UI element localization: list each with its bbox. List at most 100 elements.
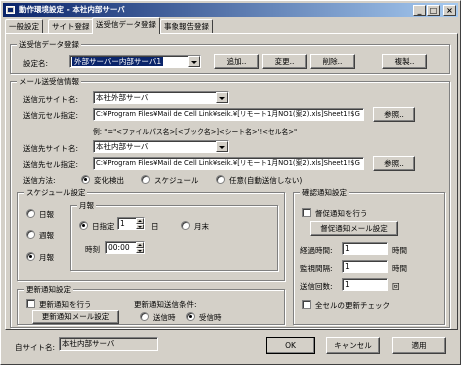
tab-site-registration[interactable]: サイト登録 — [48, 19, 94, 33]
update-notify-group: 更新通知設定 更新通知を行う 更新通知送信条件: 更新通知メール設定 送信時 受… — [17, 284, 285, 325]
method-change-detect-label: 変化検出 — [94, 176, 124, 185]
weekly-label: 週報 — [39, 231, 54, 240]
dest-cell-value: C:¥Program Files¥Mail de Cell Link¥seik.… — [96, 159, 360, 167]
update-notify-mail-button[interactable]: 更新通知メール設定 — [32, 310, 119, 324]
send-data-legend: 送受信データ登録 — [17, 39, 81, 50]
browse-source-button[interactable]: 参照.. — [373, 107, 415, 122]
source-cell-value: C:¥Program Files¥Mail de Cell Link¥seik.… — [96, 110, 360, 118]
day-specified-radio[interactable] — [79, 221, 88, 230]
browse-dest-button[interactable]: 参照.. — [373, 156, 415, 171]
chevron-down-icon[interactable] — [216, 141, 228, 152]
elapsed-value: 1 — [345, 244, 350, 253]
update-condition-label: 更新通知送信条件: — [134, 300, 197, 309]
spinner-arrows-icon[interactable] — [136, 218, 144, 229]
setting-name-select[interactable]: 外部サーバー内部サーバ1 — [69, 55, 201, 68]
tab-general[interactable]: 一般設定 — [5, 19, 43, 33]
day-unit: 日 — [151, 222, 159, 231]
schedule-group: スケジュール設定 日報 週報 月報 月報 日指定 1 日 月末 時刻 00:00 — [17, 187, 285, 281]
all-cells-check-checkbox[interactable] — [302, 300, 311, 309]
method-schedule-radio[interactable] — [141, 175, 150, 184]
send-method-label: 送信方法: — [23, 176, 56, 185]
source-site-value: 本社外部サーバ — [96, 93, 149, 102]
dest-site-label: 送信先サイト名: — [23, 144, 79, 153]
own-site-field: 本社内部サーバ — [59, 337, 158, 351]
monthly-legend: 月報 — [77, 200, 96, 211]
monthly-label: 月報 — [39, 253, 54, 262]
change-button[interactable]: 変更.. — [262, 54, 307, 69]
copy-button[interactable]: 複製.. — [382, 54, 427, 69]
maximize-button[interactable]: □ — [427, 5, 440, 16]
tab-send-receive-data[interactable]: 送受信データ登録 — [92, 17, 160, 34]
window-title: 動作環境設定 - 本社内部サーバ — [19, 5, 125, 14]
interval-input[interactable]: 1 — [342, 260, 388, 273]
daily-label: 日報 — [39, 210, 54, 219]
tab-panel: 送受信データ登録 設定名: 外部サーバー内部サーバ1 追加.. 変更.. 削除.… — [5, 33, 458, 330]
method-manual-radio[interactable] — [216, 175, 225, 184]
elapsed-label: 経過時間: — [300, 246, 333, 255]
send-count-input[interactable]: 1 — [342, 278, 388, 291]
reminder-mail-button[interactable]: 督促通知メール設定 — [310, 221, 398, 236]
month-end-label: 月末 — [194, 222, 209, 231]
chevron-down-icon[interactable] — [188, 56, 200, 67]
method-schedule-label: スケジュール — [154, 176, 199, 185]
source-site-select[interactable]: 本社外部サーバ — [93, 91, 229, 104]
send-count-label: 送信回数: — [300, 282, 333, 291]
dest-cell-label: 送信先セル指定: — [23, 160, 79, 169]
reminder-notify-checkbox[interactable] — [302, 208, 311, 217]
interval-value: 1 — [345, 262, 350, 271]
title-bar[interactable]: 動作環境設定 - 本社内部サーバ _ □ × — [3, 3, 458, 17]
apply-button[interactable]: 適用 — [392, 337, 446, 354]
method-change-detect-radio[interactable] — [81, 175, 90, 184]
time-value: 00:00 — [108, 243, 130, 252]
monthly-radio[interactable] — [26, 252, 35, 261]
update-notify-checkbox[interactable] — [26, 299, 35, 308]
month-end-radio[interactable] — [181, 221, 190, 230]
elapsed-input[interactable]: 1 — [342, 242, 388, 255]
all-cells-check-label: 全セルの更新チェック — [315, 301, 390, 310]
tab-event-report[interactable]: 事象報告登録 — [160, 19, 213, 33]
reminder-notify-label: 督促通知を行う — [315, 209, 368, 218]
elapsed-unit: 時間 — [392, 246, 407, 255]
setting-name-value: 外部サーバー内部サーバ1 — [72, 57, 164, 66]
condition-send-radio[interactable] — [140, 312, 149, 321]
confirm-notify-group: 確認通知設定 督促通知を行う 督促通知メール設定 経過時間: 1 時間 監視間隔… — [293, 187, 445, 325]
update-notify-legend: 更新通知設定 — [24, 284, 73, 295]
method-manual-label: 任意(自動送信しない) — [229, 176, 303, 185]
time-spinner[interactable]: 00:00 — [105, 241, 145, 254]
weekly-radio[interactable] — [26, 230, 35, 239]
delete-button[interactable]: 削除.. — [310, 54, 355, 69]
source-cell-input[interactable]: C:¥Program Files¥Mail de Cell Link¥seik.… — [93, 108, 364, 121]
settings-dialog: 動作環境設定 - 本社内部サーバ _ □ × 一般設定 サイト登録 送受信データ… — [0, 0, 461, 365]
day-value: 1 — [120, 219, 125, 228]
chevron-down-icon[interactable] — [216, 92, 228, 103]
schedule-legend: スケジュール設定 — [24, 187, 88, 198]
own-site-label: 自サイト名: — [15, 343, 56, 352]
ok-button[interactable]: OK — [266, 337, 315, 354]
interval-label: 監視間隔: — [300, 264, 333, 273]
day-spinner[interactable]: 1 — [117, 217, 145, 230]
mail-info-legend: メール送受信情報 — [17, 76, 81, 87]
send-count-value: 1 — [345, 280, 350, 289]
cell-format-example: 例: "="<ファイルパス名>[<ブック名>]<シート名>'!<セル名>" — [93, 128, 298, 136]
update-notify-label: 更新通知を行う — [39, 300, 92, 309]
source-cell-label: 送信元セル指定: — [23, 111, 79, 120]
dest-site-value: 本社内部サーバ — [96, 142, 149, 151]
spinner-arrows-icon[interactable] — [136, 242, 144, 253]
minimize-button[interactable]: _ — [413, 5, 426, 16]
app-icon — [6, 6, 15, 14]
day-specified-label: 日指定 — [92, 222, 115, 231]
source-site-label: 送信元サイト名: — [23, 95, 79, 104]
mail-info-group: メール送受信情報 送信元サイト名: 本社外部サーバ 送信元セル指定: C:¥Pr… — [10, 76, 450, 328]
close-button[interactable]: × — [443, 5, 456, 16]
cancel-button[interactable]: キャンセル — [326, 337, 380, 354]
daily-radio[interactable] — [26, 209, 35, 218]
time-label: 時刻 — [85, 245, 100, 254]
monthly-group: 月報 日指定 1 日 月末 時刻 00:00 — [70, 200, 278, 271]
interval-unit: 時間 — [392, 264, 407, 273]
send-count-unit: 回 — [392, 282, 400, 291]
dest-cell-input[interactable]: C:¥Program Files¥Mail de Cell Link¥seik.… — [93, 157, 364, 170]
add-button[interactable]: 追加.. — [214, 54, 259, 69]
condition-send-label: 送信時 — [153, 313, 176, 322]
condition-receive-radio[interactable] — [186, 312, 195, 321]
dest-site-select[interactable]: 本社内部サーバ — [93, 140, 229, 153]
